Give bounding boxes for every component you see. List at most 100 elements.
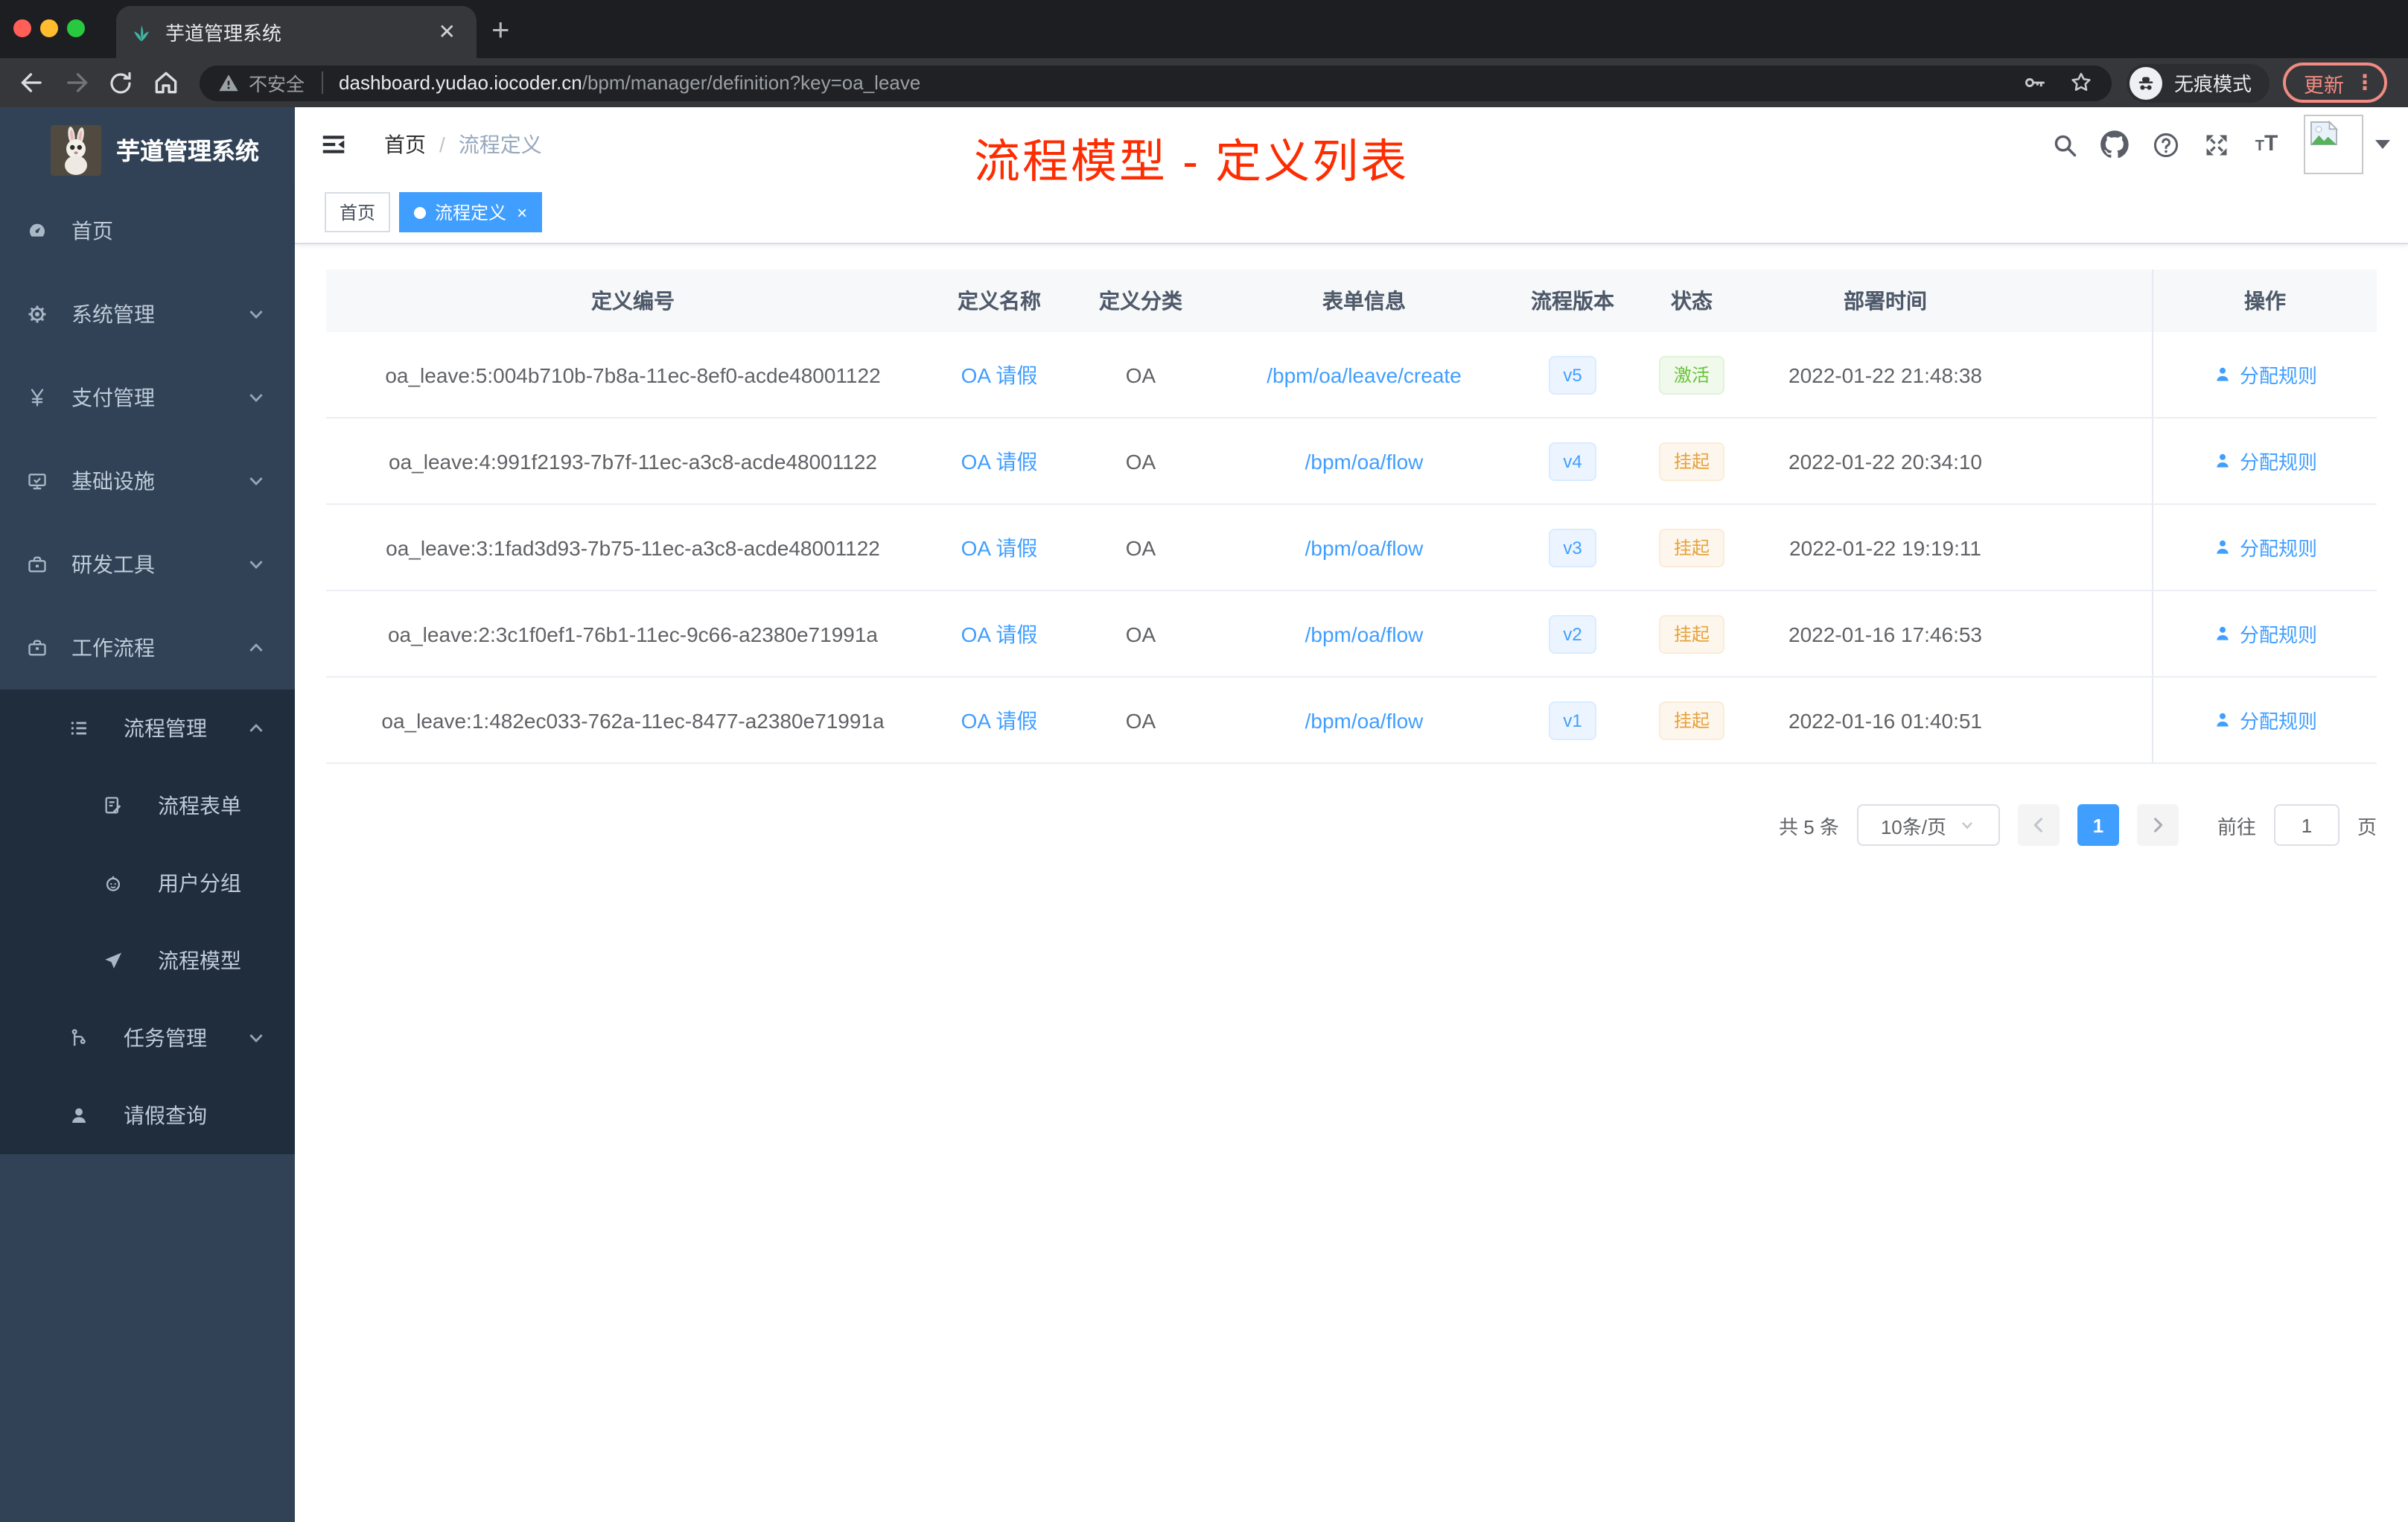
sidebar-item-研发工具[interactable]: 研发工具 <box>0 523 295 606</box>
definition-name-link[interactable]: OA 请假 <box>961 705 1038 735</box>
chevron-down-icon[interactable] <box>2375 140 2390 149</box>
reload-icon[interactable] <box>98 69 143 96</box>
table-row: oa_leave:3:1fad3d93-7b75-11ec-a3c8-acde4… <box>326 505 2377 591</box>
github-icon[interactable] <box>2089 130 2140 159</box>
sidebar-item-label: 支付管理 <box>71 386 155 410</box>
chevron-down-icon <box>247 1029 265 1047</box>
definition-name-link[interactable]: OA 请假 <box>961 360 1038 389</box>
pagination: 共 5 条 10条/页 1 前往 页 <box>326 804 2377 846</box>
form-link[interactable]: /bpm/oa/flow <box>1305 708 1424 732</box>
help-icon[interactable] <box>2140 130 2191 159</box>
col-definition-category: 定义分类 <box>1099 289 1182 313</box>
assign-rule-link[interactable]: 分配规则 <box>2213 620 2317 648</box>
page-1-button[interactable]: 1 <box>2077 804 2119 846</box>
update-button[interactable]: 更新 ⋮ <box>2283 63 2388 103</box>
fullscreen-icon[interactable] <box>2191 130 2241 159</box>
browser-tab-strip: 芋道管理系统 ✕ + <box>0 0 2408 58</box>
definition-name-link[interactable]: OA 请假 <box>961 532 1038 562</box>
cell-status: 挂起 <box>1640 418 1744 503</box>
tag-current[interactable]: 流程定义 × <box>399 192 543 232</box>
sidebar-item-支付管理[interactable]: 支付管理 <box>0 356 295 439</box>
tab-title: 芋道管理系统 <box>165 22 282 45</box>
cell-filler <box>2027 505 2152 590</box>
assign-rule-link[interactable]: 分配规则 <box>2213 706 2317 734</box>
cell-form-info: /bpm/oa/flow <box>1223 418 1506 503</box>
cell-definition-name: OA 请假 <box>940 678 1059 762</box>
minimize-window-button[interactable] <box>40 19 58 37</box>
sidebar-item-系统管理[interactable]: 系统管理 <box>0 273 295 356</box>
sidebar-item-基础设施[interactable]: 基础设施 <box>0 439 295 523</box>
close-window-button[interactable] <box>13 19 31 37</box>
prev-page-button[interactable] <box>2017 804 2060 846</box>
form-link[interactable]: /bpm/oa/leave/create <box>1267 363 1462 386</box>
incognito-label: 无痕模式 <box>2174 73 2252 95</box>
forward-icon[interactable] <box>54 69 98 97</box>
breadcrumb-home[interactable]: 首页 <box>384 130 426 159</box>
cell-definition-name: OA 请假 <box>940 418 1059 503</box>
select-caret-icon <box>1962 822 1972 830</box>
sidebar-item-流程管理[interactable]: 流程管理 <box>0 690 295 767</box>
assign-rule-link[interactable]: 分配规则 <box>2213 447 2317 475</box>
warning-icon[interactable] <box>217 71 240 94</box>
broken-image-icon <box>2310 121 2338 146</box>
cell-actions: 分配规则 <box>2152 505 2377 590</box>
key-icon[interactable] <box>2022 70 2048 95</box>
url-bar[interactable]: 不安全 dashboard.yudao.iocoder.cn /bpm/mana… <box>200 65 2112 101</box>
star-icon[interactable] <box>2068 70 2094 95</box>
sidebar-item-label: 流程管理 <box>124 716 207 740</box>
chevron-down-icon <box>247 555 265 573</box>
form-link[interactable]: /bpm/oa/flow <box>1305 535 1424 559</box>
table-row: oa_leave:5:004b710b-7b8a-11ec-8ef0-acde4… <box>326 332 2377 418</box>
cell-status: 挂起 <box>1640 505 1744 590</box>
definition-name-link[interactable]: OA 请假 <box>961 619 1038 649</box>
next-page-button[interactable] <box>2136 804 2179 846</box>
flow-icon <box>69 1028 89 1048</box>
definition-table: 定义编号 定义名称 定义分类 表单信息 流程版本 状态 部署时间 操作 oa_l… <box>326 270 2377 764</box>
tab-close-icon[interactable]: ✕ <box>433 19 462 45</box>
window-controls <box>13 19 85 37</box>
assign-rule-link[interactable]: 分配规则 <box>2213 533 2317 561</box>
assign-rule-link[interactable]: 分配规则 <box>2213 360 2317 389</box>
cell-definition-name: OA 请假 <box>940 591 1059 676</box>
new-tab-button[interactable]: + <box>491 9 510 54</box>
person-icon <box>2213 538 2232 557</box>
app-logo[interactable]: 芋道管理系统 <box>0 107 295 189</box>
tag-home[interactable]: 首页 <box>325 192 391 232</box>
url-path: /bpm/manager/definition?key=oa_leave <box>582 71 921 94</box>
sidebar-item-流程表单[interactable]: 流程表单 <box>0 767 295 844</box>
sidebar-item-首页[interactable]: 首页 <box>0 189 295 273</box>
back-icon[interactable] <box>9 69 54 97</box>
form-link[interactable]: /bpm/oa/flow <box>1305 449 1424 473</box>
tag-close-icon[interactable]: × <box>517 202 527 223</box>
person-icon <box>2213 365 2232 384</box>
home-icon[interactable] <box>143 69 188 97</box>
browser-tab[interactable]: 芋道管理系统 ✕ <box>116 6 477 58</box>
sidebar-item-请假查询[interactable]: 请假查询 <box>0 1077 295 1154</box>
form-link[interactable]: /bpm/oa/flow <box>1305 622 1424 646</box>
search-icon[interactable] <box>2039 130 2089 159</box>
cell-process-version: v2 <box>1506 591 1640 676</box>
sidebar-item-用户分组[interactable]: 用户分组 <box>0 844 295 922</box>
definition-name-link[interactable]: OA 请假 <box>961 446 1038 476</box>
chevron-down-icon <box>247 305 265 323</box>
sidebar-item-工作流程[interactable]: 工作流程 <box>0 606 295 690</box>
sidebar-item-任务管理[interactable]: 任务管理 <box>0 999 295 1077</box>
avatar[interactable] <box>2304 115 2363 174</box>
zoom-window-button[interactable] <box>67 19 85 37</box>
sidebar-item-label: 研发工具 <box>71 553 155 576</box>
cell-deploy-time: 2022-01-22 19:19:11 <box>1789 535 1981 559</box>
page-size-select[interactable]: 10条/页 <box>1856 804 2000 846</box>
page-content: 定义编号 定义名称 定义分类 表单信息 流程版本 状态 部署时间 操作 oa_l… <box>295 244 2408 846</box>
user-icon <box>69 1105 89 1126</box>
security-label[interactable]: 不安全 <box>249 69 305 97</box>
page-unit-label: 页 <box>2357 815 2377 838</box>
status-badge: 挂起 <box>1658 701 1724 739</box>
menu-dots-icon[interactable]: ⋮ <box>2354 71 2375 92</box>
sidebar-item-流程模型[interactable]: 流程模型 <box>0 922 295 999</box>
cell-definition-name: OA 请假 <box>940 505 1059 590</box>
sidebar-collapse-icon[interactable] <box>320 131 347 158</box>
toolbox-icon <box>27 554 48 575</box>
goto-page-input[interactable] <box>2273 804 2339 846</box>
font-size-icon[interactable]: TT <box>2241 131 2292 158</box>
cell-process-version: v4 <box>1506 418 1640 503</box>
